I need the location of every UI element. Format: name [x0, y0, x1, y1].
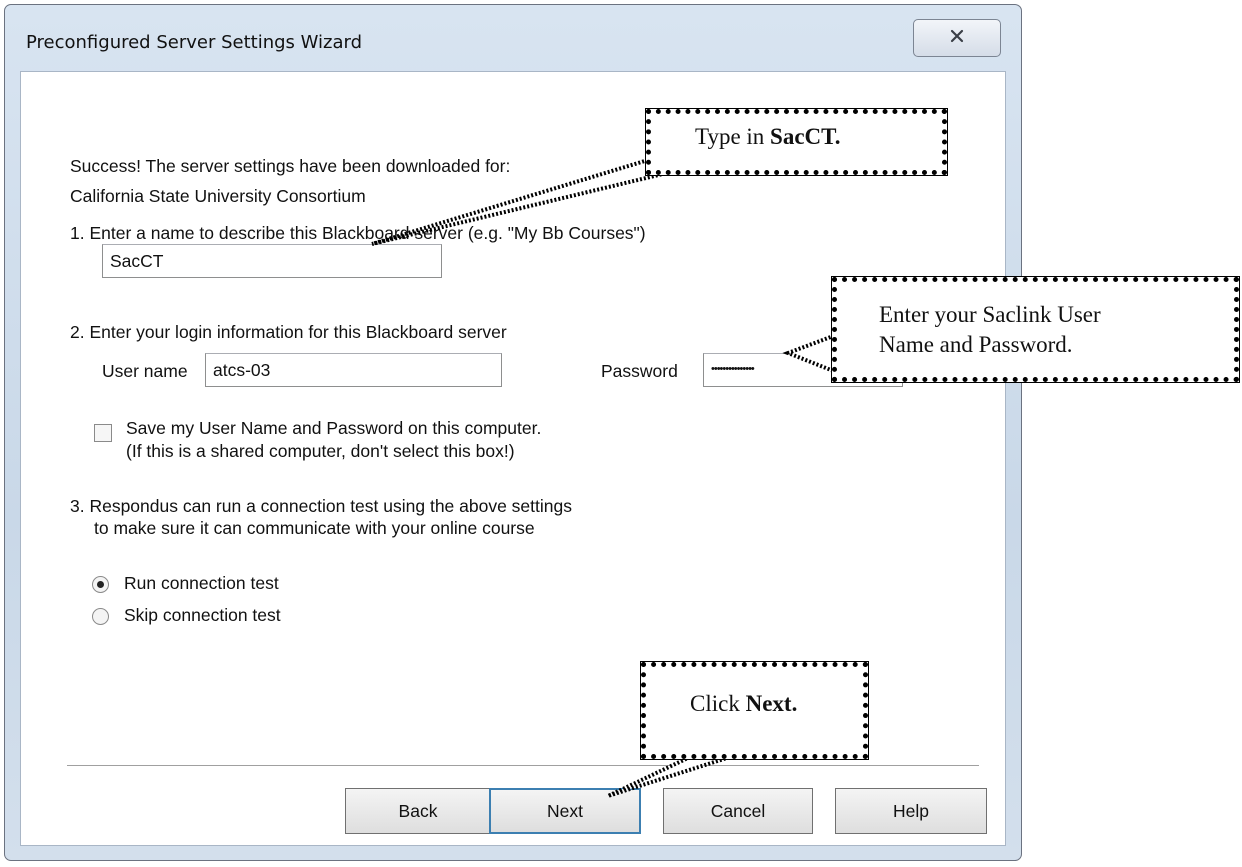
callout-click-bold: Next. [745, 691, 798, 716]
callout-click-prefix: Click [690, 691, 746, 716]
callout-type-sacct: Type in SacCT. [645, 108, 948, 176]
callout-pointer-credentials [782, 332, 838, 375]
callout-enter-line2: Name and Password. [879, 331, 1073, 357]
callout-click-next: Click Next. [640, 661, 869, 760]
callout-type-sacct-bold: SacCT. [770, 124, 841, 149]
callout-enter-credentials: Enter your Saclink User Name and Passwor… [831, 276, 1240, 383]
callout-pointers [371, 157, 838, 798]
callout-enter-line1: Enter your Saclink User [879, 302, 1101, 327]
callout-type-sacct-prefix: Type in [695, 124, 771, 149]
callout-pointer-next [607, 755, 731, 798]
